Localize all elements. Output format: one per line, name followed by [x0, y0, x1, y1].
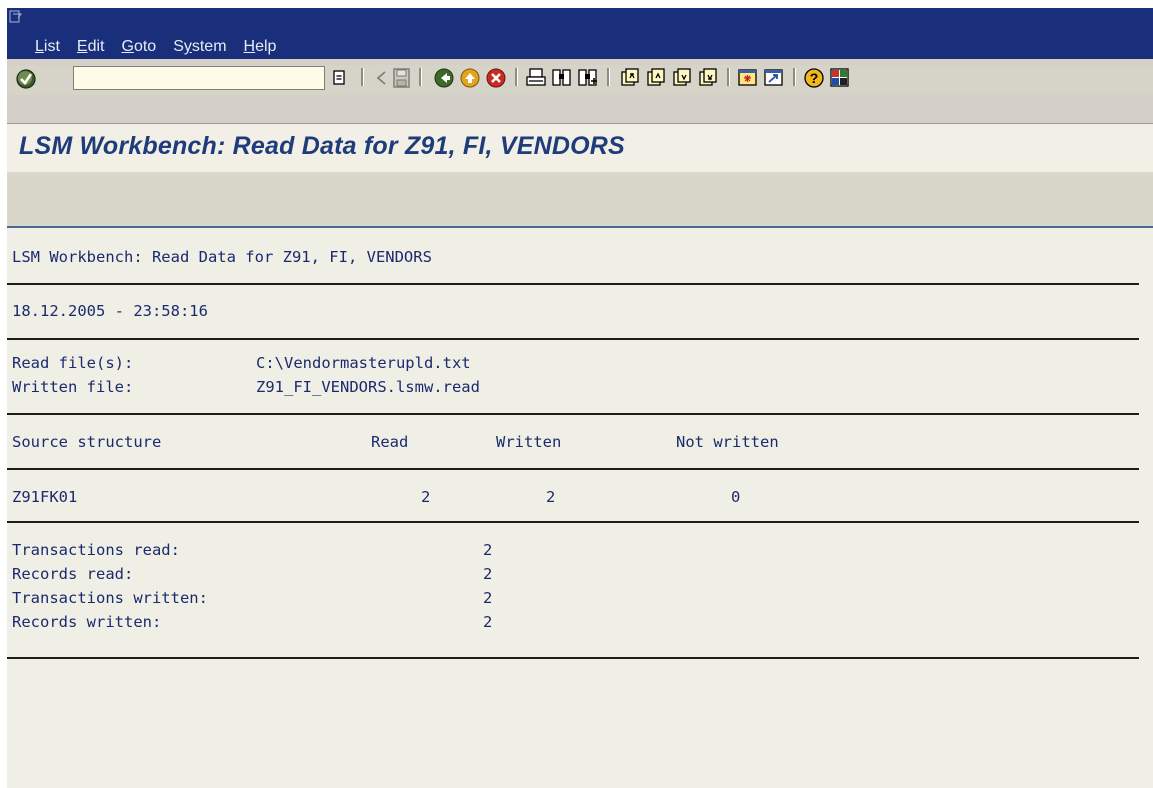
next-page-icon[interactable] [671, 67, 693, 89]
back-icon[interactable] [433, 67, 455, 89]
table-cell-structure: Z91FK01 [12, 488, 78, 506]
summary-label: Records read: [12, 565, 134, 583]
last-page-icon[interactable] [697, 67, 719, 89]
divider [7, 283, 1139, 285]
toolbar-separator [419, 68, 422, 86]
column-header-written: Written [496, 433, 562, 451]
menu-bar: List Edit Goto System Help [7, 8, 1153, 59]
first-page-icon[interactable] [619, 67, 641, 89]
find-icon[interactable] [551, 67, 573, 89]
menu-help[interactable]: Help [244, 38, 277, 56]
report-timestamp: 18.12.2005 - 23:58:16 [12, 302, 208, 320]
save-icon[interactable] [391, 67, 413, 89]
sap-window: List Edit Goto System Help ? LSM Workben… [0, 0, 1153, 788]
menu-edit[interactable]: Edit [77, 38, 105, 56]
toolbar-separator [727, 68, 730, 86]
summary-value: 2 [483, 589, 493, 607]
create-session-icon[interactable] [737, 67, 759, 89]
summary-value: 2 [483, 565, 493, 583]
standard-toolbar: ? [7, 59, 1153, 124]
menu-goto[interactable]: Goto [121, 38, 156, 56]
page-title: LSM Workbench: Read Data for Z91, FI, VE… [19, 132, 625, 160]
table-cell-read: 2 [421, 488, 431, 506]
read-files-value: C:\Vendormasterupld.txt [256, 354, 471, 372]
find-next-icon[interactable] [577, 67, 599, 89]
window-edge [0, 0, 7, 788]
cancel-icon[interactable] [485, 67, 507, 89]
written-file-label: Written file: [12, 378, 134, 396]
column-header-source-structure: Source structure [12, 433, 162, 451]
menu-list[interactable]: List [35, 38, 60, 56]
report-header: LSM Workbench: Read Data for Z91, FI, VE… [12, 248, 432, 266]
table-cell-not-written: 0 [731, 488, 741, 506]
table-cell-written: 2 [546, 488, 556, 506]
divider [7, 413, 1139, 415]
application-toolbar [7, 172, 1153, 228]
system-menu-icon[interactable] [9, 10, 23, 24]
toolbar-separator [361, 68, 364, 86]
toolbar-separator [515, 68, 518, 86]
divider [7, 338, 1139, 340]
divider [7, 468, 1139, 470]
menu-items: List Edit Goto System Help [35, 38, 293, 56]
divider [7, 657, 1139, 659]
summary-label: Records written: [12, 613, 162, 631]
summary-value: 2 [483, 613, 493, 631]
read-files-label: Read file(s): [12, 354, 134, 372]
previous-page-icon[interactable] [645, 67, 667, 89]
column-header-read: Read [371, 433, 409, 451]
summary-label: Transactions written: [12, 589, 208, 607]
summary-label: Transactions read: [12, 541, 180, 559]
svg-text:?: ? [810, 70, 819, 86]
exit-icon[interactable] [459, 67, 481, 89]
customize-layout-icon[interactable] [829, 67, 851, 89]
toolbar-separator [607, 68, 610, 86]
summary-value: 2 [483, 541, 493, 559]
enter-icon[interactable] [15, 68, 37, 90]
toolbar-separator [793, 68, 796, 86]
written-file-value: Z91_FI_VENDORS.lsmw.read [256, 378, 480, 396]
list-output: LSM Workbench: Read Data for Z91, FI, VE… [7, 228, 1153, 788]
shortcut-icon[interactable] [763, 67, 785, 89]
column-header-not-written: Not written [676, 433, 779, 451]
help-icon[interactable]: ? [803, 67, 825, 89]
command-field[interactable] [73, 66, 325, 90]
back-arrow-icon[interactable] [371, 67, 393, 89]
title-bar: LSM Workbench: Read Data for Z91, FI, VE… [7, 124, 1153, 172]
divider [7, 521, 1139, 523]
menu-system[interactable]: System [173, 38, 226, 56]
history-icon[interactable] [333, 69, 347, 87]
print-icon[interactable] [525, 67, 547, 89]
